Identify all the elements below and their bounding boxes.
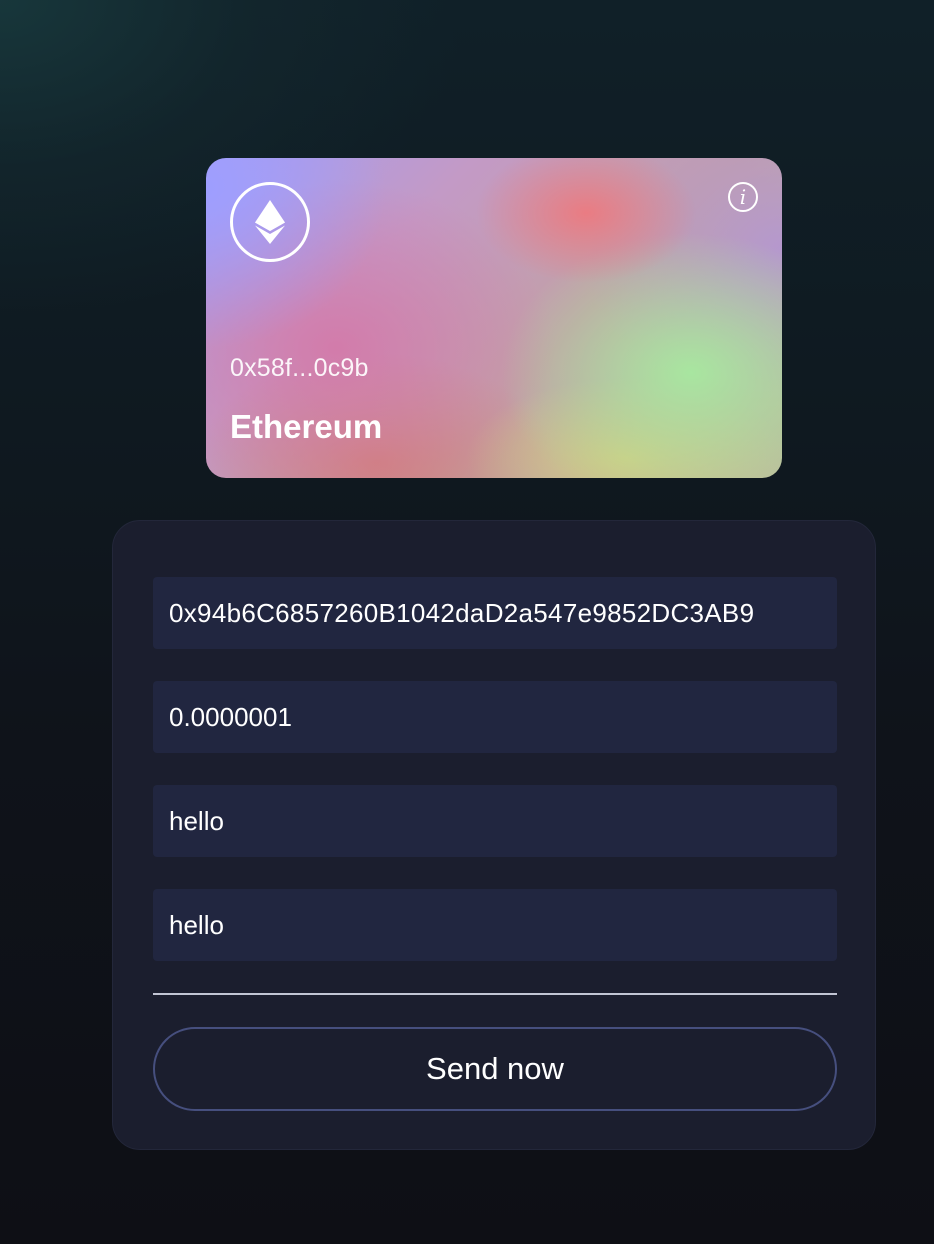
memo-field[interactable]: hello: [153, 785, 837, 857]
wallet-address: 0x58f...0c9b: [230, 354, 369, 382]
amount-field[interactable]: 0.0000001: [153, 681, 837, 753]
divider: [153, 993, 837, 995]
wallet-card[interactable]: i 0x58f...0c9b Ethereum: [206, 158, 782, 478]
network-name: Ethereum: [230, 408, 383, 445]
info-icon[interactable]: i: [728, 182, 758, 212]
message-field[interactable]: hello: [153, 889, 837, 961]
send-form: 0x94b6C6857260B1042daD2a547e9852DC3AB9 0…: [112, 520, 876, 1150]
send-now-button[interactable]: Send now: [153, 1027, 837, 1111]
ethereum-icon: [230, 182, 310, 262]
recipient-address-field[interactable]: 0x94b6C6857260B1042daD2a547e9852DC3AB9: [153, 577, 837, 649]
